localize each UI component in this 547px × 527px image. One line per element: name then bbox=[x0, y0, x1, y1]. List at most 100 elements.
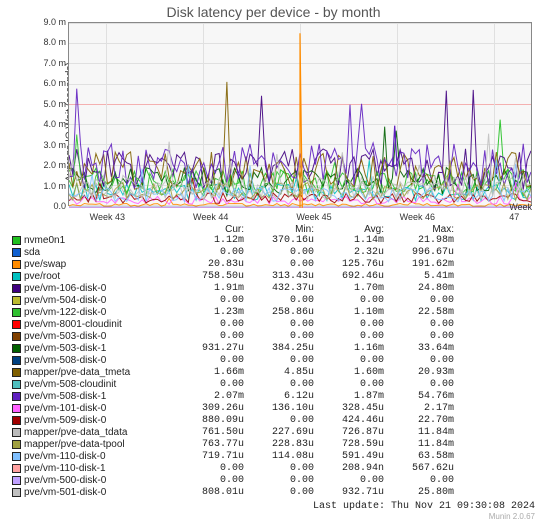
legend-series-name: pve/vm-500-disk-0 bbox=[24, 475, 174, 487]
legend-series-name: pve/vm-106-disk-0 bbox=[24, 283, 174, 295]
legend-max: 11.84m bbox=[384, 439, 454, 451]
last-update: Last update: Thu Nov 21 09:30:08 2024 bbox=[0, 501, 535, 512]
legend-cur: 761.50u bbox=[174, 427, 244, 439]
legend-cur: 1.66m bbox=[174, 367, 244, 379]
plot-wrap: Average IO Wait (seconds) RRDTOOL / TOBI… bbox=[40, 22, 532, 222]
legend-min: 136.10u bbox=[244, 403, 314, 415]
legend-row: pve/vm-508-cloudinit 0.00 0.00 0.00 0.00 bbox=[12, 379, 535, 391]
legend-row: pve/vm-508-disk-1 2.07m 6.12u 1.87m 54.7… bbox=[12, 391, 535, 403]
legend-row: pve/vm-501-disk-0 808.01u 0.00 932.71u 2… bbox=[12, 487, 535, 499]
legend-series-name: mapper/pve-data-tpool bbox=[24, 439, 174, 451]
legend-series-name: mapper/pve-data_tmeta bbox=[24, 367, 174, 379]
legend-avg: 0.00 bbox=[314, 475, 384, 487]
legend-max: 22.58m bbox=[384, 307, 454, 319]
legend-swatch bbox=[12, 320, 21, 329]
legend-max: 0.00 bbox=[384, 379, 454, 391]
legend-min: 0.00 bbox=[244, 319, 314, 331]
legend-swatch bbox=[12, 332, 21, 341]
legend-avg: 726.87u bbox=[314, 427, 384, 439]
legend-row: pve/vm-106-disk-0 1.91m 432.37u 1.70m 24… bbox=[12, 283, 535, 295]
plot-area bbox=[68, 22, 532, 206]
legend-max: 2.17m bbox=[384, 403, 454, 415]
legend-cur: 0.00 bbox=[174, 247, 244, 259]
legend-series-name: pve/root bbox=[24, 271, 174, 283]
legend-swatch bbox=[12, 368, 21, 377]
legend-swatch bbox=[12, 260, 21, 269]
legend-max: 567.62u bbox=[384, 463, 454, 475]
legend-series-name: pve/vm-504-disk-0 bbox=[24, 295, 174, 307]
legend-row: pve/root 758.50u 313.43u 692.46u 5.41m bbox=[12, 271, 535, 283]
legend-cur: 1.12m bbox=[174, 235, 244, 247]
legend-min: 227.69u bbox=[244, 427, 314, 439]
legend-min: 6.12u bbox=[244, 391, 314, 403]
chart-title: Disk latency per device - by month bbox=[0, 0, 547, 22]
legend-cur: 0.00 bbox=[174, 463, 244, 475]
legend-header: Cur: Min: Avg: Max: bbox=[12, 224, 535, 235]
legend-avg: 125.76u bbox=[314, 259, 384, 271]
legend-row: pve/vm-503-disk-0 0.00 0.00 0.00 0.00 bbox=[12, 331, 535, 343]
legend-max: 24.80m bbox=[384, 283, 454, 295]
legend-max: 996.67u bbox=[384, 247, 454, 259]
legend-series-name: pve/swap bbox=[24, 259, 174, 271]
legend-row: pve/vm-503-disk-1 931.27u 384.25u 1.16m … bbox=[12, 343, 535, 355]
x-tick: Week 46 bbox=[400, 212, 435, 222]
legend-swatch bbox=[12, 404, 21, 413]
legend-avg: 932.71u bbox=[314, 487, 384, 499]
legend-cur: 1.23m bbox=[174, 307, 244, 319]
legend-avg: 1.87m bbox=[314, 391, 384, 403]
legend-avg: 1.70m bbox=[314, 283, 384, 295]
legend-max: 20.93m bbox=[384, 367, 454, 379]
legend-avg: 0.00 bbox=[314, 295, 384, 307]
legend-avg: 0.00 bbox=[314, 331, 384, 343]
legend-col-max: Max: bbox=[384, 224, 454, 235]
legend-max: 54.76m bbox=[384, 391, 454, 403]
legend-max: 0.00 bbox=[384, 295, 454, 307]
munin-version: Munin 2.0.67 bbox=[0, 512, 535, 521]
legend-swatch bbox=[12, 440, 21, 449]
legend-swatch bbox=[12, 452, 21, 461]
legend-avg: 0.00 bbox=[314, 379, 384, 391]
x-tick: Week 43 bbox=[90, 212, 125, 222]
legend-col-avg: Avg: bbox=[314, 224, 384, 235]
legend-cur: 309.26u bbox=[174, 403, 244, 415]
legend-cur: 0.00 bbox=[174, 379, 244, 391]
legend-series-name: pve/vm-8001-cloudinit bbox=[24, 319, 174, 331]
legend-row: nvme0n1 1.12m 370.16u 1.14m 21.98m bbox=[12, 235, 535, 247]
legend-cur: 2.07m bbox=[174, 391, 244, 403]
legend-swatch bbox=[12, 284, 21, 293]
legend-max: 11.84m bbox=[384, 427, 454, 439]
legend-series-name: pve/vm-508-disk-0 bbox=[24, 355, 174, 367]
legend-series-name: pve/vm-503-disk-0 bbox=[24, 331, 174, 343]
legend-series-name: sda bbox=[24, 247, 174, 259]
legend-max: 5.41m bbox=[384, 271, 454, 283]
legend-cur: 0.00 bbox=[174, 355, 244, 367]
legend-series-name: mapper/pve-data_tdata bbox=[24, 427, 174, 439]
legend-min: 0.00 bbox=[244, 463, 314, 475]
legend-series-name: pve/vm-509-disk-0 bbox=[24, 415, 174, 427]
legend-avg: 591.49u bbox=[314, 451, 384, 463]
legend-min: 0.00 bbox=[244, 475, 314, 487]
legend-swatch bbox=[12, 392, 21, 401]
legend-min: 313.43u bbox=[244, 271, 314, 283]
y-tick: 0.0 bbox=[40, 201, 66, 211]
legend-avg: 1.14m bbox=[314, 235, 384, 247]
legend-series-name: pve/vm-122-disk-0 bbox=[24, 307, 174, 319]
x-tick: Week 45 bbox=[296, 212, 331, 222]
legend-cur: 719.71u bbox=[174, 451, 244, 463]
y-tick: 5.0 m bbox=[40, 99, 66, 109]
legend-max: 63.58m bbox=[384, 451, 454, 463]
legend-swatch bbox=[12, 428, 21, 437]
legend-series-name: pve/vm-110-disk-0 bbox=[24, 451, 174, 463]
legend-min: 0.00 bbox=[244, 247, 314, 259]
legend-min: 384.25u bbox=[244, 343, 314, 355]
legend-series-name: pve/vm-508-disk-1 bbox=[24, 391, 174, 403]
legend-min: 0.00 bbox=[244, 259, 314, 271]
legend-cur: 20.83u bbox=[174, 259, 244, 271]
legend-row: mapper/pve-data-tpool 763.77u 228.83u 72… bbox=[12, 439, 535, 451]
legend-cur: 0.00 bbox=[174, 475, 244, 487]
y-tick: 9.0 m bbox=[40, 17, 66, 27]
legend-max: 191.62m bbox=[384, 259, 454, 271]
legend-avg: 424.46u bbox=[314, 415, 384, 427]
y-tick: 2.0 m bbox=[40, 160, 66, 170]
legend-min: 0.00 bbox=[244, 331, 314, 343]
